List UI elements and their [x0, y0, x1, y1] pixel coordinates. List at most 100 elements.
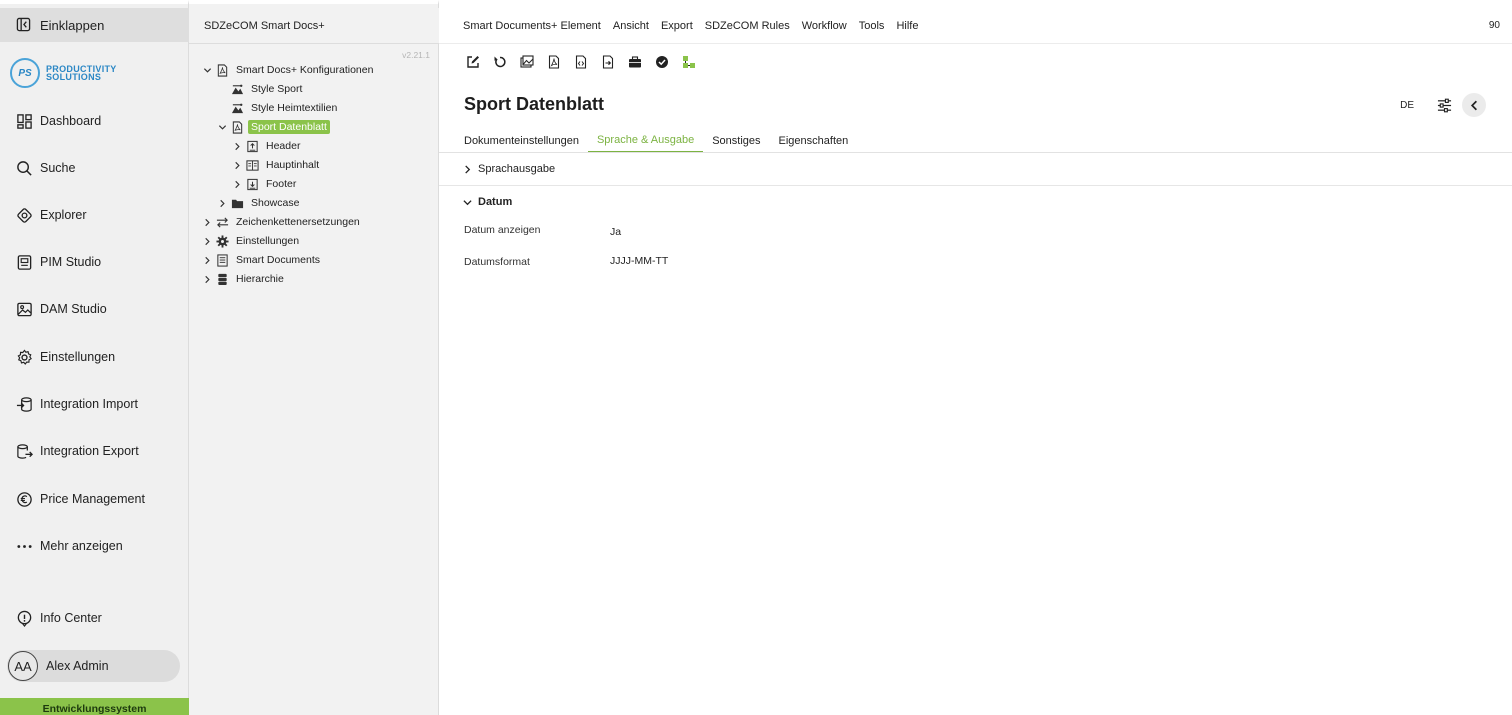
menu-item-tools[interactable]: Tools — [859, 20, 885, 32]
check-circle-icon[interactable] — [652, 52, 672, 72]
chevron-down-icon[interactable] — [216, 121, 228, 133]
field-label-datum-anzeigen: Datum anzeigen — [464, 224, 541, 236]
tree-node-smart-docs-konfigurationen[interactable]: Smart Docs+ Konfigurationen — [201, 61, 376, 79]
logo-line2: SOLUTIONS — [46, 72, 102, 82]
menu-item-rules[interactable]: SDZeCOM Rules — [705, 20, 790, 32]
field-value-datum-anzeigen[interactable]: Ja — [610, 226, 621, 238]
gear-icon — [15, 348, 33, 366]
tree-node-smart-documents[interactable]: Smart Documents — [201, 251, 323, 269]
chevron-right-icon[interactable] — [231, 178, 243, 190]
file-export-icon[interactable] — [598, 52, 618, 72]
nav-item-mehr-anzeigen[interactable]: Mehr anzeigen — [0, 528, 189, 564]
section-datum[interactable]: Datum — [439, 186, 1512, 218]
chevron-right-icon[interactable] — [231, 159, 243, 171]
tree-node-label: Header — [266, 140, 301, 152]
nav-label: PIM Studio — [40, 255, 102, 269]
import-icon — [15, 395, 33, 413]
pdf-icon[interactable] — [544, 52, 564, 72]
section-title: Sprachausgabe — [478, 163, 556, 175]
menu-item-ansicht[interactable]: Ansicht — [613, 20, 649, 32]
document-icon — [215, 253, 229, 267]
menu-item-hilfe[interactable]: Hilfe — [896, 20, 918, 32]
collapse-button[interactable]: Einklappen — [0, 8, 189, 42]
tree-node-hauptinhalt[interactable]: Hauptinhalt — [231, 156, 322, 174]
tree-node-label: Style Heimtextilien — [251, 102, 338, 114]
more-icon — [15, 537, 33, 555]
tab-sprache-ausgabe[interactable]: Sprache & Ausgabe — [587, 128, 704, 153]
tree-node-label: Sport Datenblatt — [248, 120, 330, 134]
chevron-right-icon[interactable] — [231, 140, 243, 152]
image-gallery-icon[interactable] — [517, 52, 537, 72]
chevron-right-icon[interactable] — [216, 197, 228, 209]
language-selector[interactable]: DE — [1400, 100, 1414, 111]
menu-right-number: 90 — [1488, 20, 1500, 31]
folder-icon — [230, 196, 244, 210]
nav-item-pim-studio[interactable]: PIM Studio — [0, 244, 189, 280]
tree-node-label: Style Sport — [251, 83, 303, 95]
refresh-icon[interactable] — [490, 52, 510, 72]
sidebar-collapse-icon — [16, 17, 32, 33]
settings-sliders-icon[interactable] — [1432, 93, 1456, 117]
chevron-down-icon[interactable] — [201, 64, 213, 76]
nav-label: Price Management — [40, 492, 145, 506]
dashboard-icon — [15, 112, 33, 130]
pdf-icon — [215, 63, 229, 77]
tree-node-zeichenkettenersetzungen[interactable]: Zeichenkettenersetzungen — [201, 213, 363, 231]
nav-item-integration-export[interactable]: Integration Export — [0, 433, 189, 469]
logo-text: PRODUCTIVITY SOLUTIONS — [46, 65, 117, 82]
menu-item-export[interactable]: Export — [661, 20, 693, 32]
nav-label: Integration Import — [40, 397, 138, 411]
nav-item-integration-import[interactable]: Integration Import — [0, 386, 189, 422]
gear-icon — [215, 234, 229, 248]
chevron-right-icon[interactable] — [201, 235, 213, 247]
chevron-right-icon[interactable] — [201, 216, 213, 228]
chevron-right-icon[interactable] — [201, 273, 213, 285]
tree-node-sport-datenblatt[interactable]: Sport Datenblatt — [216, 118, 330, 136]
chevron-down-icon — [463, 197, 473, 207]
swap-icon — [215, 215, 229, 229]
chevron-left-icon[interactable] — [1462, 93, 1486, 117]
field-value-datumsformat[interactable]: JJJJ-MM-TT — [610, 255, 668, 267]
content-icon — [245, 158, 259, 172]
nav-item-info-center[interactable]: Info Center — [0, 600, 189, 636]
nav-label: Einstellungen — [40, 350, 116, 364]
nav-label: Info Center — [40, 611, 102, 625]
nav-item-suche[interactable]: Suche — [0, 150, 189, 186]
tree-node-label: Smart Documents — [236, 254, 321, 266]
tree-node-footer[interactable]: Footer — [231, 175, 299, 193]
tree-node-style-sport[interactable]: Style Sport — [230, 80, 305, 98]
nav-item-dam-studio[interactable]: DAM Studio — [0, 291, 189, 327]
tree-node-header[interactable]: Header — [231, 137, 303, 155]
tree-panel-title: SDZeCOM Smart Docs+ — [189, 8, 439, 44]
section-sprachausgabe[interactable]: Sprachausgabe — [439, 153, 1512, 185]
chevron-right-icon[interactable] — [201, 254, 213, 266]
tree-node-einstellungen[interactable]: Einstellungen — [201, 232, 302, 250]
chevron-right-icon — [463, 164, 473, 174]
pdf-icon — [230, 120, 244, 134]
tab-dokumenteinstellungen[interactable]: Dokumenteinstellungen — [464, 128, 588, 153]
menu-item-element[interactable]: Smart Documents+ Element — [463, 20, 601, 32]
menu-item-workflow[interactable]: Workflow — [802, 20, 847, 32]
nav-item-einstellungen[interactable]: Einstellungen — [0, 339, 189, 375]
tree-node-label: Showcase — [251, 197, 300, 209]
tab-eigenschaften[interactable]: Eigenschaften — [770, 128, 858, 153]
briefcase-icon[interactable] — [625, 52, 645, 72]
page-title: Sport Datenblatt — [464, 94, 605, 114]
tree-node-style-heimtextilien[interactable]: Style Heimtextilien — [230, 99, 340, 117]
style-icon — [230, 82, 244, 96]
edit-icon[interactable] — [463, 52, 483, 72]
user-menu[interactable]: AA Alex Admin — [7, 650, 180, 682]
nav-item-explorer[interactable]: Explorer — [0, 197, 189, 233]
file-code-icon[interactable] — [571, 52, 591, 72]
nav-label: Explorer — [40, 208, 87, 222]
nav-label: Mehr anzeigen — [40, 539, 123, 553]
nav-item-price-management[interactable]: Price Management — [0, 481, 189, 517]
tree-node-hierarchie[interactable]: Hierarchie — [201, 270, 287, 288]
company-logo: PS PRODUCTIVITY SOLUTIONS — [10, 58, 117, 88]
footer-icon — [245, 177, 259, 191]
tree-node-label: Einstellungen — [236, 235, 300, 247]
nav-item-dashboard[interactable]: Dashboard — [0, 103, 189, 139]
workflow-icon[interactable] — [679, 52, 699, 72]
tab-sonstiges[interactable]: Sonstiges — [703, 128, 769, 153]
tree-node-showcase[interactable]: Showcase — [216, 194, 302, 212]
